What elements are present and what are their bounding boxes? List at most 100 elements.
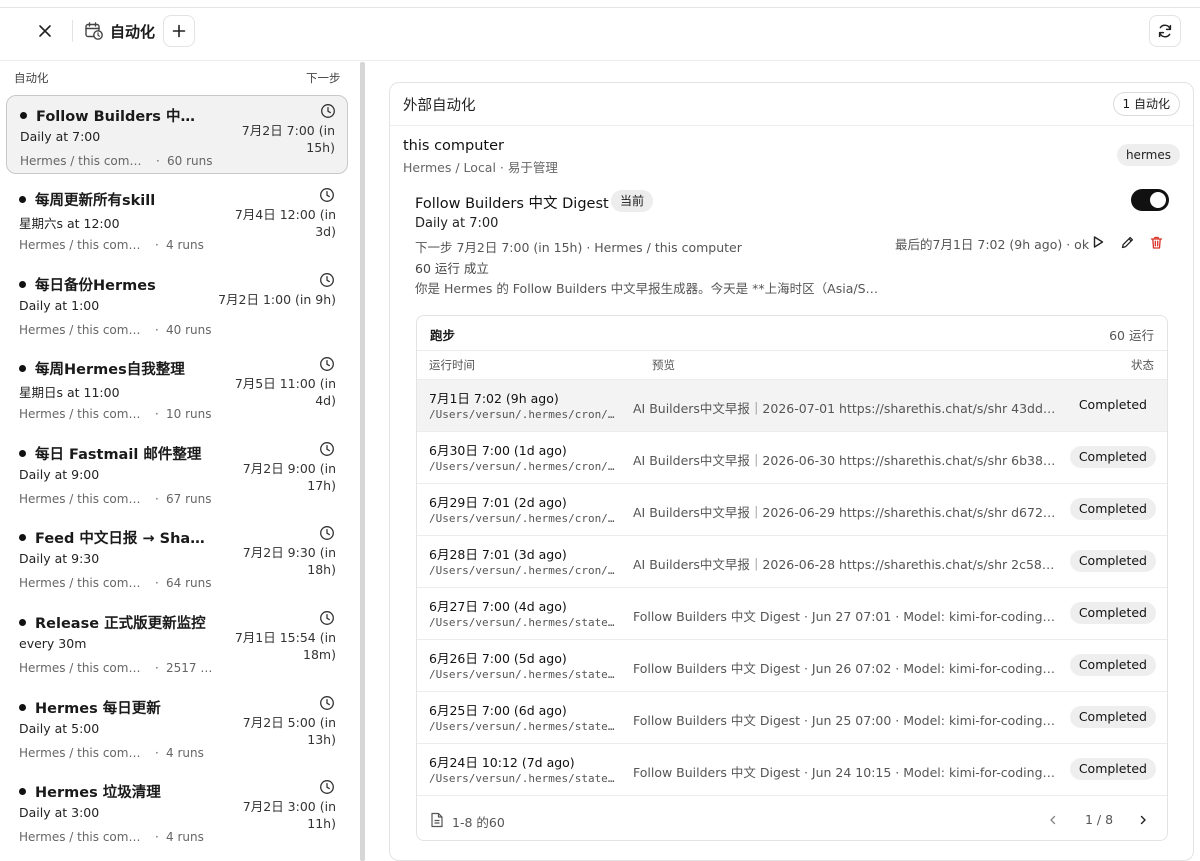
status-badge: Completed [1078,397,1147,412]
automation-list-item[interactable]: Feed 中文日报 → ShareThis Daily at 9:30 Herm… [6,518,348,597]
automation-schedule: 星期六s at 12:00 [19,216,120,231]
sidebar-scrollbar[interactable] [360,62,365,861]
run-time: 6月25日 7:00 (6d ago) [429,703,567,718]
automation-schedule: Daily at 1:00 [19,298,100,313]
table-row[interactable]: 6月30日 7:00 (1d ago) /Users/versun/.herme… [417,432,1167,484]
previous-page-button[interactable] [1043,810,1063,830]
run-output-path: /Users/versun/.hermes/state/sessions [429,772,621,785]
status-dot [19,196,26,203]
panel-title: 外部自动化 [403,98,476,114]
page-indicator: 1 / 8 [1085,812,1114,827]
table-row[interactable]: 6月27日 7:00 (4d ago) /Users/versun/.herme… [417,588,1167,640]
meta-separator: · [155,576,159,590]
close-icon [39,25,51,37]
run-now-button[interactable] [1088,232,1108,252]
divider [417,350,1167,351]
clock-icon [320,611,334,625]
run-preview: AI Builders中文早报｜2026-06-29 https://share… [633,505,1057,520]
status-dot [19,365,26,372]
next-page-button[interactable] [1133,810,1153,830]
host-name: this computer [403,138,504,154]
run-preview: Follow Builders 中文 Digest · Jun 25 07:00… [633,713,1057,728]
automation-schedule: Daily at 9:30 [19,551,100,566]
automation-run-count: 10 runs [166,407,212,421]
automation-list-item[interactable]: 每日备份Hermes Daily at 1:00 Hermes / this c… [6,265,348,344]
table-row[interactable]: 6月26日 7:00 (5d ago) /Users/versun/.herme… [417,640,1167,692]
column-header-run-time: 运行时间 [429,358,475,372]
run-time: 7月1日 7:02 (9h ago) [429,391,559,406]
automation-run-count: 40 runs [166,323,212,337]
automation-schedule: Daily at 7:00 [20,129,101,144]
run-output-path: /Users/versun/.hermes/state/sessions [429,720,621,733]
clock-icon [320,780,334,794]
automation-list-item[interactable]: 每周更新所有skill 星期六s at 12:00 Hermes / this … [6,180,348,259]
status-badge: Completed [1069,446,1156,468]
automation-list-item[interactable]: Hermes 每日更新 Daily at 5:00 Hermes / this … [6,688,348,767]
automation-sidebar: 自动化 下一步 Follow Builders 中文 Digest Daily … [0,62,366,861]
play-icon [1093,236,1104,248]
table-row[interactable]: 6月24日 10:12 (7d ago) /Users/versun/.herm… [417,744,1167,796]
automation-run-count: 60 runs [167,154,213,168]
meta-separator: · [155,746,159,760]
run-time: 6月26日 7:00 (5d ago) [429,651,567,666]
meta-separator: · [156,154,160,168]
table-row[interactable]: 6月29日 7:01 (2d ago) /Users/versun/.herme… [417,484,1167,536]
run-time: 6月28日 7:01 (3d ago) [429,547,567,562]
automation-list-item[interactable]: 每日 Fastmail 邮件整理 Daily at 9:00 Hermes / … [6,434,348,513]
automation-run-count: 4 runs [166,238,204,252]
close-button[interactable] [30,16,60,46]
clock-icon [320,696,334,710]
delete-button[interactable] [1146,232,1166,252]
status-badge: Completed [1069,706,1156,728]
table-row[interactable]: 7月1日 7:02 (9h ago) /Users/versun/.hermes… [417,380,1167,432]
job-schedule: Daily at 7:00 [415,216,499,231]
sidebar-header-next: 下一步 [306,71,341,85]
meta-separator: · [155,661,159,675]
status-badge: Completed [1069,602,1156,624]
automation-next-run: 7月5日 11:00 (in 4d) [234,376,336,408]
clock-icon [320,526,334,540]
external-automations-panel: 外部自动化 1 自动化 this computer Hermes / Local… [389,82,1194,861]
job-description: 你是 Hermes 的 Follow Builders 中文早报生成器。今天是 … [415,281,885,296]
automation-next-run: 7月2日 5:00 (in 13h) [242,715,336,747]
run-output-path: /Users/versun/.hermes/cron/output [429,460,621,473]
status-dot [19,450,26,457]
add-automation-button[interactable] [163,15,195,47]
runs-table: 跑步 60 运行 运行时间 预览 状态 7月1日 7:02 (9h ago) /… [416,315,1168,841]
chevron-left-icon [1050,815,1056,825]
automation-schedule: Daily at 3:00 [19,805,100,820]
automation-next-run: 7月2日 1:00 (in 9h) [218,292,336,307]
clock-icon [320,273,334,287]
automation-list-item[interactable]: Hermes 垃圾清理 Daily at 3:00 Hermes / this … [6,772,348,851]
panel-divider [390,125,1193,126]
automation-next-run: 7月2日 9:30 (in 18h) [242,545,336,577]
meta-separator: · [155,323,159,337]
edit-button[interactable] [1117,232,1137,252]
trash-icon [1150,236,1162,249]
status-dot [19,788,26,795]
document-icon [431,812,443,828]
automation-next-run: 7月2日 9:00 (in 17h) [242,461,336,493]
status-dot [19,534,26,541]
job-enabled-toggle[interactable] [1131,189,1169,211]
automation-count-badge: 1 自动化 [1112,92,1180,116]
automation-list-item[interactable]: 每周Hermes自我整理 星期日s at 11:00 Hermes / this… [6,349,348,428]
automation-source: Hermes / this computer [19,238,146,252]
run-output-path: /Users/versun/.hermes/cron/output [429,512,621,525]
automation-source: Hermes / this computer [19,407,146,421]
plus-icon [172,24,186,38]
current-badge: 当前 [611,190,654,212]
status-dot [19,619,26,626]
automation-list-item[interactable]: Release 正式版更新监控 every 30m Hermes / this … [6,603,348,682]
run-preview: AI Builders中文早报｜2026-06-30 https://share… [633,453,1057,468]
table-row[interactable]: 6月25日 7:00 (6d ago) /Users/versun/.herme… [417,692,1167,744]
refresh-button[interactable] [1149,15,1181,47]
toolbar-divider [72,20,73,42]
automation-schedule: every 30m [19,636,87,651]
automation-name: 每日备份Hermes [35,278,156,294]
automation-list-item[interactable]: Follow Builders 中文 Digest Daily at 7:00 … [6,95,348,174]
automation-schedule: Daily at 9:00 [19,467,100,482]
table-row[interactable]: 6月28日 7:01 (3d ago) /Users/versun/.herme… [417,536,1167,588]
clock-icon [320,188,334,202]
run-time: 6月27日 7:00 (4d ago) [429,599,567,614]
